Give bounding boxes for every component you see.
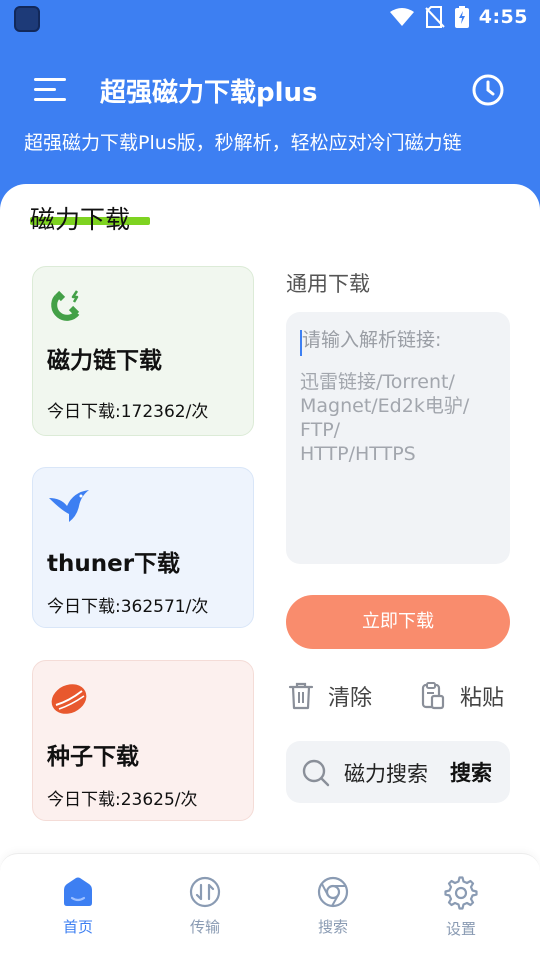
card-name: 磁力链下载	[47, 348, 162, 374]
clear-button[interactable]: 清除	[288, 676, 372, 716]
browser-icon	[317, 876, 349, 908]
magnet-icon	[51, 290, 80, 321]
card-count: 今日下载:172362/次	[47, 402, 209, 422]
battery-charging-icon	[454, 6, 469, 28]
bird-icon	[49, 490, 89, 522]
general-download-label: 通用下载	[286, 272, 370, 296]
nav-label: 搜索	[317, 918, 348, 936]
nav-label: 设置	[445, 920, 476, 938]
paste-button[interactable]: 粘贴	[420, 676, 504, 716]
nav-item-settings[interactable]: 设置	[421, 876, 501, 939]
paste-label: 粘贴	[460, 686, 505, 711]
section-title: 磁力下载	[30, 205, 131, 234]
nav-label: 首页	[62, 918, 93, 936]
clear-label: 清除	[328, 686, 373, 711]
magnet-search-text: 磁力搜索	[344, 762, 428, 786]
menu-icon	[34, 78, 66, 101]
trash-icon	[288, 682, 314, 710]
search-icon	[302, 759, 330, 787]
link-input-hint: 迅雷链接/Torrent/ Magnet/Ed2k电驴/ FTP/ HTTP/H…	[300, 371, 470, 465]
status-bar: 4:55	[0, 0, 540, 36]
status-time: 4:55	[478, 6, 528, 28]
app-icon	[14, 6, 40, 32]
app-subtitle: 超强磁力下载Plus版，秒解析，轻松应对冷门磁力链	[24, 132, 462, 154]
card-name: thuner下载	[47, 551, 181, 577]
card-count: 今日下载:23625/次	[47, 790, 198, 810]
clock-icon	[472, 74, 504, 106]
link-input-placeholder: 请输入解析链接:	[302, 329, 442, 351]
thunder-download-card[interactable]: thuner下载 今日下载:362571/次	[32, 467, 254, 628]
transfer-icon	[189, 876, 221, 908]
history-button[interactable]	[470, 72, 506, 108]
text-caret	[300, 330, 302, 356]
magnet-search-box[interactable]: 磁力搜索 搜索	[286, 741, 510, 803]
menu-button[interactable]	[30, 72, 70, 108]
no-sim-icon	[425, 6, 445, 28]
link-input[interactable]: 请输入解析链接: 迅雷链接/Torrent/ Magnet/Ed2k电驴/ FT…	[286, 312, 510, 564]
card-count: 今日下载:362571/次	[47, 597, 209, 617]
bottom-navigation: 首页 传输 搜索 设置	[0, 853, 540, 960]
nav-item-home[interactable]: 首页	[38, 876, 118, 937]
nav-item-search[interactable]: 搜索	[293, 876, 373, 937]
card-name: 种子下载	[47, 744, 139, 770]
wifi-icon	[389, 8, 414, 26]
settings-icon	[444, 876, 478, 910]
app-title: 超强磁力下载plus	[100, 78, 318, 108]
torrent-download-card[interactable]: 种子下载 今日下载:23625/次	[32, 660, 254, 821]
seed-icon	[51, 684, 87, 714]
app-bar: 超强磁力下载plus	[0, 60, 540, 120]
paste-icon	[421, 682, 445, 710]
magnet-download-card[interactable]: 磁力链下载 今日下载:172362/次	[32, 266, 254, 436]
nav-item-transfer[interactable]: 传输	[165, 876, 245, 937]
home-icon	[64, 877, 92, 906]
download-now-button[interactable]: 立即下载	[286, 595, 510, 649]
search-button[interactable]: 搜索	[450, 757, 492, 787]
nav-label: 传输	[189, 918, 220, 936]
status-icons: 4:55	[389, 6, 528, 28]
